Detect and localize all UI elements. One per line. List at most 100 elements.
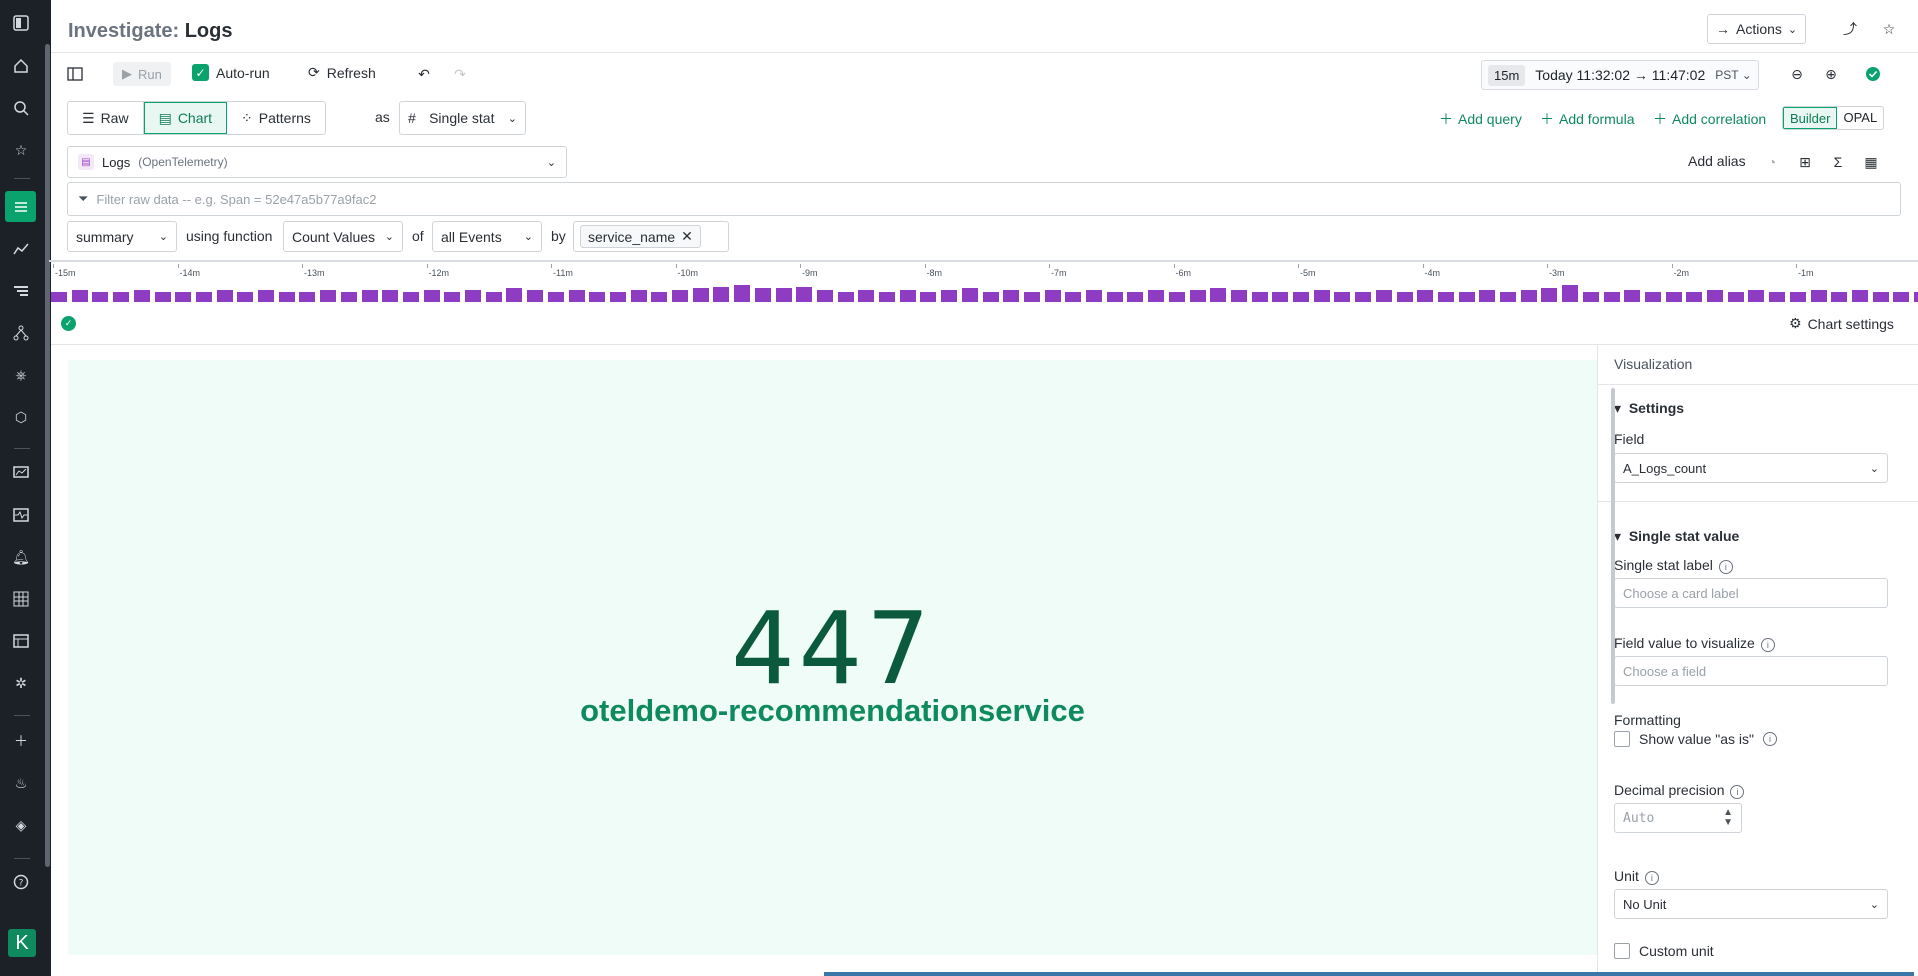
integrations-icon[interactable]: ✲	[10, 672, 32, 694]
packages-icon[interactable]: ⬡	[10, 406, 32, 428]
add-query-button[interactable]: ＋ Add query	[1439, 109, 1522, 129]
stepper-arrows-icon[interactable]: ▲ ▼	[1723, 808, 1733, 828]
histogram-bar[interactable]	[899, 290, 916, 302]
monitors-icon[interactable]	[10, 504, 32, 526]
histogram-bar[interactable]	[1334, 291, 1351, 302]
histogram-bar[interactable]	[1500, 291, 1516, 302]
histogram-bar[interactable]	[1810, 290, 1827, 302]
histogram-bar[interactable]	[1189, 290, 1206, 302]
run-button[interactable]: ▶ Run	[113, 62, 171, 86]
histogram-bar[interactable]	[382, 290, 399, 302]
field-select[interactable]: A_Logs_count ⌄	[1614, 453, 1888, 483]
histogram-bar[interactable]	[775, 288, 792, 302]
tab-chart[interactable]: ▤ Chart	[143, 102, 228, 134]
histogram-bar[interactable]	[1417, 290, 1434, 302]
help-icon[interactable]: ?	[10, 871, 32, 893]
histogram-bar[interactable]	[320, 290, 337, 302]
histogram-bar[interactable]	[1127, 291, 1144, 302]
histogram-bar[interactable]	[941, 290, 958, 302]
histogram-bar[interactable]	[423, 290, 440, 302]
autorun-toggle[interactable]: ✓ Auto-run	[192, 64, 270, 81]
histogram-bar[interactable]	[568, 290, 585, 302]
histogram-bar[interactable]	[1293, 291, 1309, 302]
histogram-bar[interactable]	[258, 290, 274, 302]
histogram-bar[interactable]	[278, 291, 295, 302]
viz-type-select[interactable]: # Single stat ⌄	[399, 101, 526, 135]
histogram-bar[interactable]	[651, 291, 668, 302]
histogram-bar[interactable]	[1893, 291, 1910, 302]
filter-input[interactable]: ⏷ Filter raw data -- e.g. Span = 52e47a5…	[67, 182, 1901, 216]
panel-toggle-icon[interactable]	[62, 61, 88, 87]
histogram-bar[interactable]	[299, 291, 316, 302]
tab-raw[interactable]: ☰ Raw	[68, 102, 144, 134]
histogram-bar[interactable]	[547, 291, 564, 302]
chart-settings-button[interactable]: ⚙ Chart settings	[1789, 315, 1894, 332]
panel-scrollbar[interactable]	[1611, 388, 1615, 704]
undo-icon[interactable]: ↶	[411, 61, 437, 87]
histogram-bar[interactable]	[837, 291, 854, 302]
histogram-bar[interactable]	[444, 291, 461, 302]
histogram-bar[interactable]	[589, 291, 606, 302]
histogram-bar[interactable]	[154, 291, 171, 302]
histogram-bar[interactable]	[361, 290, 378, 302]
histogram-bar[interactable]	[340, 291, 357, 302]
field-visualize-input[interactable]: Choose a field	[1614, 656, 1888, 686]
histogram-bar[interactable]	[754, 288, 771, 302]
traces-icon[interactable]	[10, 280, 32, 302]
histogram-bar[interactable]	[402, 291, 419, 302]
layers-icon[interactable]: ◈	[10, 814, 32, 836]
service-map-icon[interactable]	[10, 322, 32, 344]
histogram-bar[interactable]	[1872, 291, 1889, 302]
histogram-bar[interactable]	[1106, 291, 1123, 302]
histogram-bar[interactable]	[1313, 290, 1330, 302]
add-icon[interactable]: ＋	[10, 730, 32, 752]
histogram-bar[interactable]	[92, 291, 109, 302]
share-icon[interactable]: ⤴	[1837, 16, 1863, 42]
histogram-bar[interactable]	[1065, 291, 1082, 302]
show-as-is-checkbox[interactable]: Show value "as is" i	[1614, 731, 1777, 747]
sigma-icon[interactable]: Σ	[1825, 149, 1851, 175]
histogram-bar[interactable]	[51, 291, 67, 302]
histogram-bar[interactable]	[1437, 291, 1454, 302]
custom-unit-checkbox[interactable]: Custom unit	[1614, 943, 1714, 959]
datasets-icon[interactable]	[10, 630, 32, 652]
favorite-star-icon[interactable]: ☆	[1876, 16, 1902, 42]
checkbox-checked-icon[interactable]: ✓	[192, 64, 209, 81]
histogram-bar[interactable]	[1665, 291, 1682, 302]
actions-button[interactable]: → Actions ⌄	[1707, 14, 1807, 44]
kubernetes-icon[interactable]: ⎈	[10, 364, 32, 386]
histogram-bar[interactable]	[1230, 290, 1247, 302]
time-preset-chip[interactable]: 15m	[1488, 64, 1526, 86]
tab-patterns[interactable]: ⁘ Patterns	[227, 102, 325, 134]
histogram-bar[interactable]	[1168, 291, 1185, 302]
checkbox-empty-icon[interactable]	[1614, 731, 1630, 747]
refresh-button[interactable]: ⟳ Refresh	[308, 64, 376, 81]
alerts-bell-icon[interactable]: 🔔︎	[10, 546, 32, 568]
user-avatar[interactable]: K	[8, 929, 36, 957]
function-select[interactable]: Count Values ⌄	[283, 221, 403, 252]
redo-icon[interactable]: ↷	[447, 61, 473, 87]
histogram-bar[interactable]	[1748, 290, 1765, 302]
nav-scrollbar[interactable]	[45, 44, 50, 867]
histogram-bar[interactable]	[1831, 291, 1848, 302]
histogram-bar[interactable]	[1727, 291, 1744, 302]
zoom-out-icon[interactable]: ⊖	[1784, 61, 1810, 87]
histogram-bar[interactable]	[1396, 291, 1413, 302]
histogram-bar[interactable]	[920, 291, 937, 302]
histogram-bar[interactable]	[672, 290, 688, 302]
decimal-input[interactable]: Auto ▲ ▼	[1614, 803, 1742, 833]
add-alias-button[interactable]: Add alias	[1688, 153, 1746, 169]
histogram-bar[interactable]	[1023, 291, 1040, 302]
histogram-bar[interactable]	[195, 291, 212, 302]
histogram-bar[interactable]	[113, 291, 130, 302]
histogram-bar[interactable]	[1707, 290, 1723, 302]
histogram-bar[interactable]	[1644, 291, 1661, 302]
histogram-bar[interactable]	[982, 291, 999, 302]
histogram-bar[interactable]	[1458, 291, 1475, 302]
histogram-bar[interactable]	[1355, 291, 1372, 302]
histogram-bar[interactable]	[961, 288, 978, 302]
histogram-bar[interactable]	[1851, 290, 1868, 302]
add-panel-icon[interactable]: ⊞	[1792, 149, 1818, 175]
events-select[interactable]: all Events ⌄	[432, 221, 542, 252]
histogram-bar[interactable]	[1148, 290, 1165, 302]
